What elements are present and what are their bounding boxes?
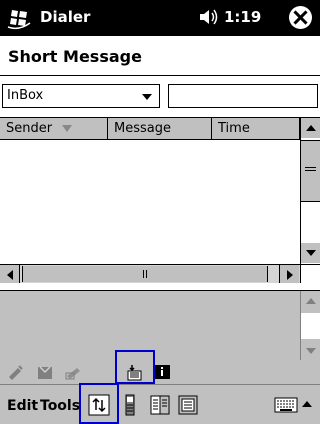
scroll-up-button[interactable] bbox=[301, 118, 320, 138]
command-toolbar bbox=[0, 360, 320, 384]
preview-scroll-up-button[interactable] bbox=[301, 291, 320, 309]
folder-dropdown[interactable]: InBox bbox=[2, 84, 160, 108]
phone-icon[interactable] bbox=[123, 394, 137, 416]
speaker-icon[interactable] bbox=[198, 7, 220, 27]
page-header: Short Message bbox=[0, 36, 320, 76]
menu-tools[interactable]: Tools bbox=[40, 398, 80, 414]
column-header-time[interactable]: Time bbox=[212, 118, 300, 140]
keyboard-icon[interactable] bbox=[274, 397, 298, 413]
title-bar: Dialer 1:19 bbox=[0, 0, 320, 36]
scroll-thumb[interactable] bbox=[301, 140, 320, 202]
scroll-right-button[interactable] bbox=[279, 265, 299, 283]
arrow-right-icon bbox=[287, 270, 293, 280]
delete-icon[interactable] bbox=[35, 363, 55, 381]
scroll-down-button[interactable] bbox=[301, 243, 320, 263]
properties-icon[interactable] bbox=[152, 363, 172, 381]
page-title: Short Message bbox=[8, 47, 142, 66]
compose-icon[interactable] bbox=[64, 363, 84, 381]
list-vertical-scrollbar[interactable] bbox=[300, 118, 320, 264]
scroll-corner bbox=[300, 264, 320, 283]
arrow-down-icon bbox=[306, 348, 316, 354]
message-list[interactable]: Sender Message Time bbox=[0, 117, 320, 283]
sync-highlight bbox=[79, 383, 119, 424]
calendar-icon[interactable] bbox=[177, 394, 199, 416]
preview-scroll-track bbox=[301, 313, 320, 339]
horizontal-scroll-thumb[interactable] bbox=[22, 266, 268, 282]
preview-scroll-down-button[interactable] bbox=[301, 342, 320, 360]
folder-dropdown-value: InBox bbox=[7, 88, 44, 103]
arrow-down-icon bbox=[306, 250, 316, 256]
menu-bar: Edit Tools bbox=[0, 384, 320, 424]
arrow-up-icon bbox=[306, 125, 316, 131]
chevron-down-icon bbox=[142, 94, 152, 100]
reply-icon[interactable] bbox=[6, 363, 26, 381]
windows-flag-icon[interactable] bbox=[6, 5, 32, 31]
sort-down-icon bbox=[62, 125, 73, 132]
clock[interactable]: 1:19 bbox=[224, 8, 261, 26]
close-icon[interactable] bbox=[289, 6, 312, 29]
contacts-icon[interactable] bbox=[149, 394, 171, 416]
send-receive-highlight bbox=[115, 350, 155, 384]
menu-edit[interactable]: Edit bbox=[7, 398, 38, 414]
arrow-left-icon bbox=[7, 270, 13, 280]
column-header-sender[interactable]: Sender bbox=[0, 118, 108, 140]
column-header-message[interactable]: Message bbox=[108, 118, 212, 140]
app-name: Dialer bbox=[40, 8, 91, 26]
scroll-left-button[interactable] bbox=[0, 265, 20, 283]
input-arrow-icon[interactable] bbox=[302, 401, 312, 407]
message-preview-pane[interactable] bbox=[0, 290, 320, 360]
list-horizontal-scrollbar[interactable] bbox=[0, 264, 300, 283]
arrow-up-icon bbox=[306, 298, 316, 304]
preview-scrollbar[interactable] bbox=[300, 291, 320, 360]
search-input[interactable] bbox=[168, 84, 318, 108]
